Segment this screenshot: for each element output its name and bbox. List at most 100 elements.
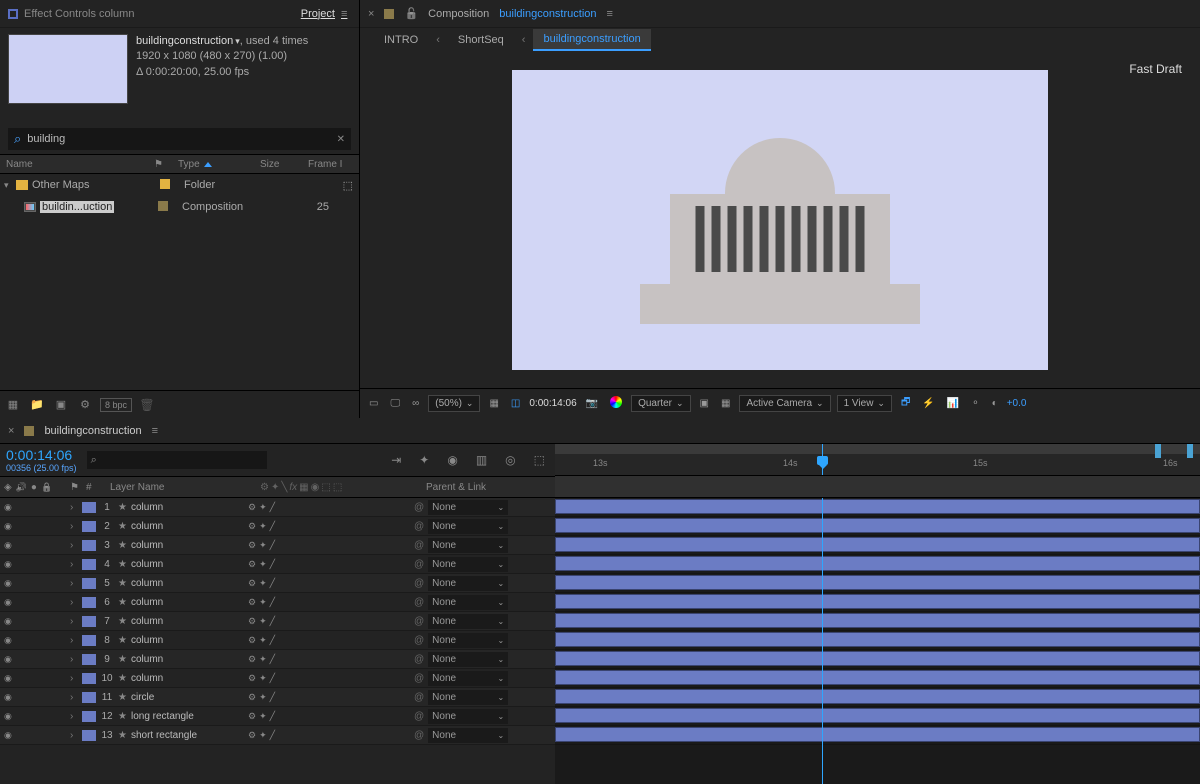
layer-switches[interactable]: ⚙✦╱ [248, 540, 408, 551]
work-area-marker[interactable] [1187, 444, 1193, 458]
pickwhip-icon[interactable] [414, 692, 424, 703]
layer-name[interactable]: column [118, 540, 248, 551]
layer-row[interactable]: 8column⚙✦╱None [0, 631, 555, 650]
tab-project[interactable]: Project [301, 8, 351, 20]
snapshot-icon[interactable]: 📷 [583, 398, 601, 409]
magnify-icon[interactable]: ▭ [366, 398, 381, 409]
col-type[interactable]: Type [178, 159, 200, 170]
clear-search-icon[interactable] [331, 133, 351, 145]
fx-icon[interactable]: ✦ [415, 453, 433, 467]
timeline-current-time[interactable]: 0:00:14:06 [6, 447, 77, 463]
layer-duration-bar[interactable] [555, 537, 1200, 552]
parent-dropdown[interactable]: None [428, 709, 508, 724]
timeline-icon[interactable]: 📊 [944, 398, 962, 409]
layer-bar-row[interactable] [555, 555, 1200, 574]
layer-label-color[interactable] [82, 654, 96, 665]
layer-switches[interactable]: ⚙✦╱ [248, 673, 408, 684]
parent-dropdown[interactable]: None [428, 728, 508, 743]
camera-dropdown[interactable]: Active Camera [739, 395, 830, 412]
pickwhip-icon[interactable] [414, 673, 424, 684]
layer-duration-bar[interactable] [555, 670, 1200, 685]
flowchart-icon[interactable]: ⬚ [343, 180, 353, 192]
visibility-toggle[interactable] [4, 559, 12, 570]
fast-preview-icon[interactable]: ⚡ [919, 398, 937, 409]
playhead-line[interactable] [822, 498, 823, 784]
breadcrumb-item-active[interactable]: buildingconstruction [533, 29, 650, 51]
col-size[interactable]: Size [254, 159, 302, 170]
layer-label-color[interactable] [82, 502, 96, 513]
flowchart-icon[interactable]: ⚬ [968, 398, 982, 409]
layer-label-color[interactable] [82, 616, 96, 627]
interpret-footage-icon[interactable]: ▦ [4, 397, 22, 413]
layer-switches[interactable]: ⚙✦╱ [248, 559, 408, 570]
layer-label-color[interactable] [82, 578, 96, 589]
breadcrumb-item[interactable]: ShortSeq [448, 30, 514, 50]
grid-icon[interactable]: ▦ [486, 398, 501, 409]
timeline-bars[interactable] [555, 498, 1200, 784]
pickwhip-icon[interactable] [414, 540, 424, 551]
parent-dropdown[interactable]: None [428, 633, 508, 648]
label-color[interactable] [160, 179, 170, 189]
layer-bar-row[interactable] [555, 650, 1200, 669]
vr-icon[interactable]: ∞ [409, 398, 422, 409]
layer-name[interactable]: column [118, 616, 248, 627]
expand-icon[interactable] [70, 502, 82, 513]
visibility-toggle[interactable] [4, 597, 12, 608]
adjust-icon[interactable]: ⚙ [76, 397, 94, 413]
visibility-toggle[interactable] [4, 540, 12, 551]
parent-dropdown[interactable]: None [428, 576, 508, 591]
project-search[interactable] [8, 128, 351, 150]
view-dropdown[interactable]: 1 View [837, 395, 892, 412]
reset-exposure-icon[interactable]: ◐ [989, 398, 1001, 409]
layer-duration-bar[interactable] [555, 499, 1200, 514]
timeline-search[interactable] [87, 451, 267, 469]
label-col-icon[interactable] [70, 482, 79, 493]
pickwhip-icon[interactable] [414, 730, 424, 741]
parent-dropdown[interactable]: None [428, 538, 508, 553]
solo-col-icon[interactable]: ● [31, 482, 37, 493]
expand-icon[interactable] [70, 597, 82, 608]
layer-bar-row[interactable] [555, 707, 1200, 726]
expand-icon[interactable] [4, 179, 16, 191]
layer-row[interactable]: 11circle⚙✦╱None [0, 688, 555, 707]
panel-menu-icon[interactable] [152, 425, 162, 437]
time-ruler[interactable]: 13s 14s 15s 16s [555, 444, 1200, 476]
visibility-toggle[interactable] [4, 578, 12, 589]
visibility-toggle[interactable] [4, 730, 12, 741]
layer-name[interactable]: column [118, 502, 248, 513]
layer-bar-row[interactable] [555, 574, 1200, 593]
expand-icon[interactable] [70, 521, 82, 532]
layer-bar-row[interactable] [555, 726, 1200, 745]
layer-bar-row[interactable] [555, 517, 1200, 536]
pixel-aspect-icon[interactable]: 🗗 [898, 395, 913, 412]
canvas[interactable] [512, 70, 1048, 370]
parent-dropdown[interactable]: None [428, 614, 508, 629]
visibility-toggle[interactable] [4, 673, 12, 684]
parent-dropdown[interactable]: None [428, 500, 508, 515]
roi-icon[interactable]: ▣ [697, 398, 712, 409]
pickwhip-icon[interactable] [414, 578, 424, 589]
layer-label-color[interactable] [82, 559, 96, 570]
layer-name[interactable]: column [118, 654, 248, 665]
layer-name[interactable]: column [118, 578, 248, 589]
lock-col-icon[interactable] [41, 482, 52, 493]
col-name[interactable]: Name [0, 159, 148, 170]
layer-label-color[interactable] [82, 521, 96, 532]
visibility-toggle[interactable] [4, 711, 12, 722]
layer-duration-bar[interactable] [555, 727, 1200, 742]
layer-bar-row[interactable] [555, 688, 1200, 707]
visibility-toggle[interactable] [4, 502, 12, 513]
tab-effect-controls[interactable]: Effect Controls column [8, 8, 134, 20]
layer-duration-bar[interactable] [555, 594, 1200, 609]
layer-duration-bar[interactable] [555, 518, 1200, 533]
pickwhip-icon[interactable] [414, 597, 424, 608]
layer-switches[interactable]: ⚙✦╱ [248, 597, 408, 608]
layer-name[interactable]: short rectangle [118, 730, 248, 741]
pickwhip-icon[interactable] [414, 502, 424, 513]
pickwhip-icon[interactable] [414, 635, 424, 646]
layer-switches[interactable]: ⚙✦╱ [248, 502, 408, 513]
visibility-toggle[interactable] [4, 692, 12, 703]
expand-icon[interactable] [70, 635, 82, 646]
expand-icon[interactable] [70, 654, 82, 665]
layer-row[interactable]: 1column⚙✦╱None [0, 498, 555, 517]
